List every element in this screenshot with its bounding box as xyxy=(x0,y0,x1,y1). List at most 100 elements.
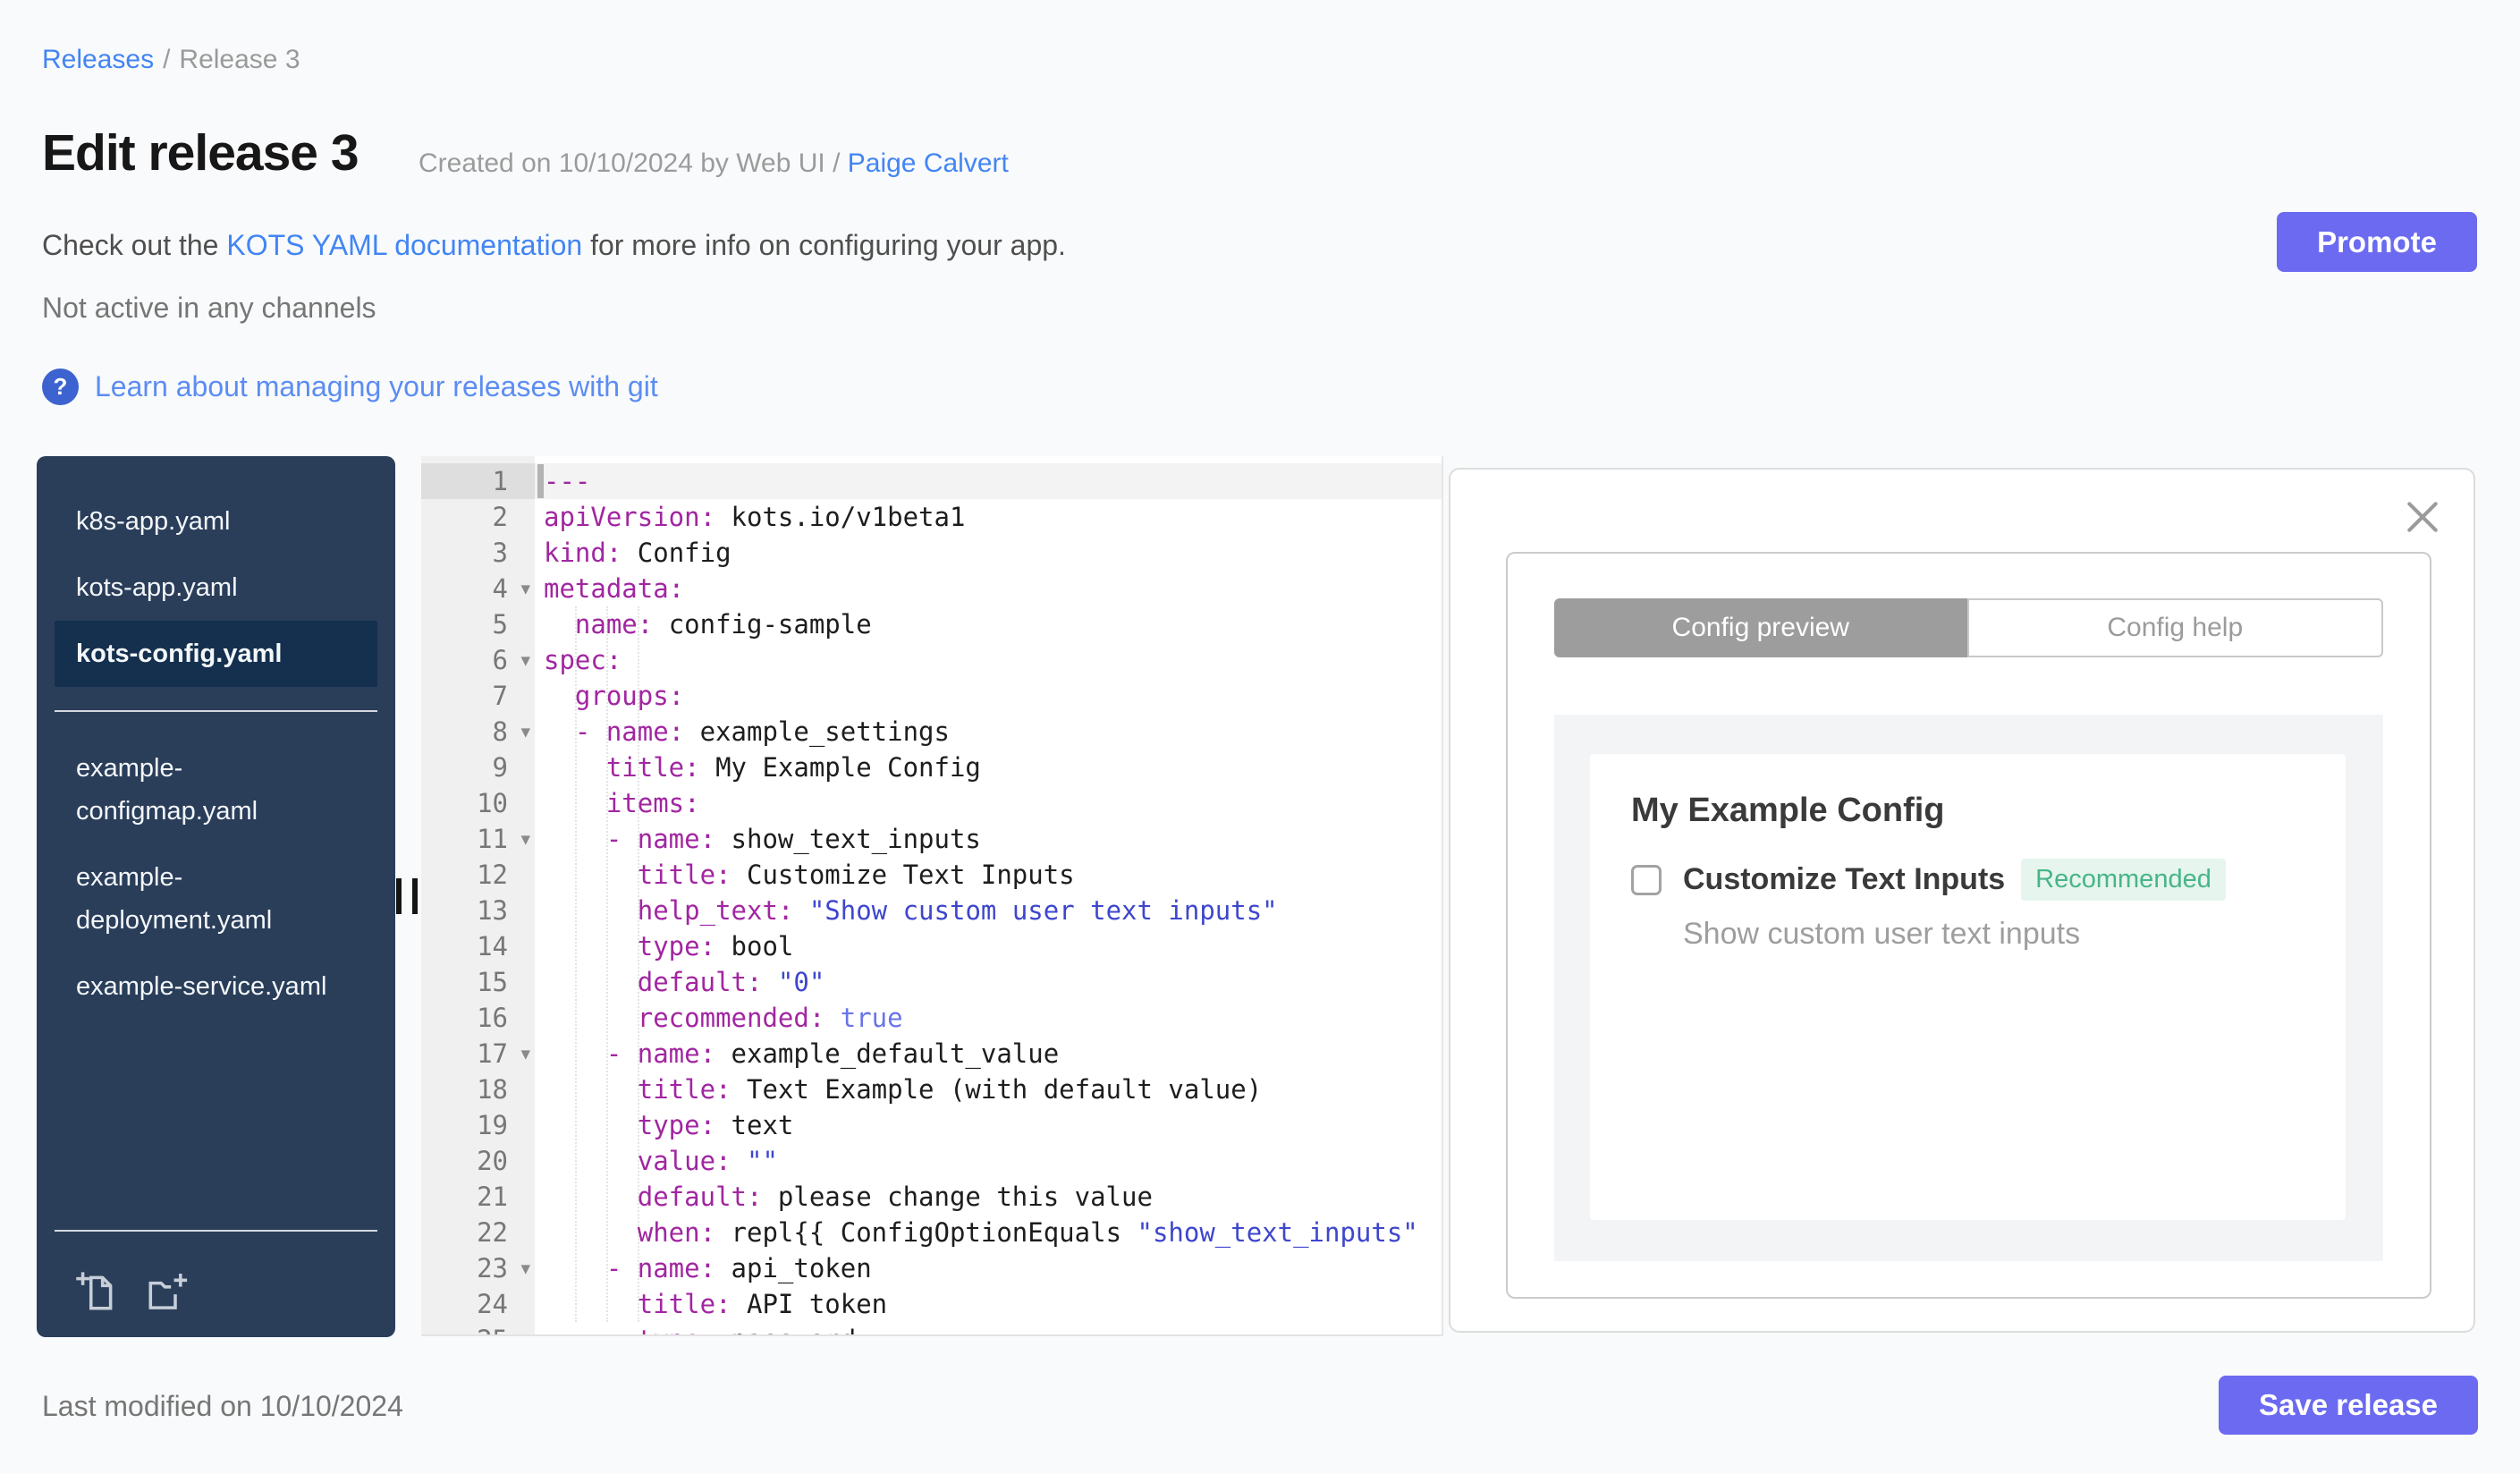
code-line-7[interactable]: 7 groups: xyxy=(421,678,1442,714)
code-line-14[interactable]: 14 type: bool xyxy=(421,928,1442,964)
config-item-row: Customize Text Inputs Recommended xyxy=(1631,859,2304,901)
add-file-icon[interactable] xyxy=(74,1269,119,1314)
sidebar-footer-divider xyxy=(55,1230,377,1232)
config-group-title: My Example Config xyxy=(1631,792,1945,829)
line-number: 6 ▾ xyxy=(421,642,535,678)
code-line-2[interactable]: 2 apiVersion: kots.io/v1beta1 xyxy=(421,499,1442,535)
line-number: 20 xyxy=(477,1146,508,1176)
line-number: 25 xyxy=(421,1322,535,1334)
fold-caret-icon[interactable]: ▾ xyxy=(520,1250,530,1286)
checkbox[interactable] xyxy=(1631,864,1662,895)
tab-config-preview[interactable]: Config preview xyxy=(1554,598,1967,657)
sidebar-file-k8s-app.yaml[interactable]: k8s-app.yaml xyxy=(37,488,395,555)
docs-line: Check out the KOTS YAML documentation fo… xyxy=(42,229,1066,262)
code-line-24[interactable]: 24 title: API token xyxy=(421,1286,1442,1322)
code-line-15[interactable]: 15 default: "0" xyxy=(421,964,1442,1000)
code-text: metadata: xyxy=(544,573,685,604)
line-number: 5 xyxy=(492,609,508,640)
config-group-card: My Example Config Customize Text Inputs … xyxy=(1590,754,2346,1220)
fold-caret-icon[interactable]: ▾ xyxy=(520,821,530,857)
code-line-12[interactable]: 12 title: Customize Text Inputs xyxy=(421,857,1442,893)
config-preview-panel: Config preview Config help My Example Co… xyxy=(1449,468,2475,1333)
line-number: 23 ▾ xyxy=(421,1250,535,1286)
line-number: 1 xyxy=(421,463,535,499)
file-list-divider xyxy=(55,710,377,712)
breadcrumb-separator: / xyxy=(163,45,171,74)
editor-rows: 1 --- 2 apiVersion: kots.io/v1beta1 3 kind: C… xyxy=(421,463,1442,1334)
fold-caret-icon[interactable]: ▾ xyxy=(520,714,530,750)
code-line-13[interactable]: 13 help_text: "Show custom user text inp… xyxy=(421,893,1442,928)
code-line-25[interactable]: 25 type: password xyxy=(421,1322,1442,1334)
fold-caret-icon[interactable]: ▾ xyxy=(520,642,530,678)
code-line-6[interactable]: 6 ▾ spec: xyxy=(421,642,1442,678)
line-number: 4 ▾ xyxy=(421,571,535,606)
add-folder-icon[interactable] xyxy=(144,1269,189,1314)
sidebar-file-kots-app.yaml[interactable]: kots-app.yaml xyxy=(37,555,395,621)
line-number: 7 xyxy=(492,681,508,711)
line-number: 14 xyxy=(477,931,508,961)
docs-prefix: Check out the xyxy=(42,229,227,261)
code-text: kind: Config xyxy=(544,538,731,568)
preview-tabs: Config preview Config help xyxy=(1554,598,2383,657)
code-text: items: xyxy=(605,788,700,818)
channel-status: Not active in any channels xyxy=(42,292,376,324)
code-line-18[interactable]: 18 title: Text Example (with default val… xyxy=(421,1072,1442,1107)
line-number: 13 xyxy=(477,895,508,926)
fold-caret-icon[interactable]: ▾ xyxy=(520,571,530,606)
sidebar-file-example-deployment.yaml[interactable]: example-deployment.yaml xyxy=(37,844,395,953)
code-text: recommended: true xyxy=(637,1003,903,1033)
code-line-11[interactable]: 11 ▾ - name: show_text_inputs xyxy=(421,821,1442,857)
code-line-8[interactable]: 8 ▾ - name: example_settings xyxy=(421,714,1442,750)
line-number: 19 xyxy=(477,1110,508,1140)
sidebar-resize-handle[interactable] xyxy=(396,878,418,914)
code-line-4[interactable]: 4 ▾ metadata: xyxy=(421,571,1442,606)
code-line-23[interactable]: 23 ▾ - name: api_token xyxy=(421,1250,1442,1286)
line-number: 21 xyxy=(477,1182,508,1212)
close-icon[interactable] xyxy=(2404,498,2441,536)
code-line-9[interactable]: 9 title: My Example Config xyxy=(421,750,1442,785)
created-author-link[interactable]: Paige Calvert xyxy=(848,148,1009,178)
code-text: title: My Example Config xyxy=(605,752,981,783)
code-line-20[interactable]: 20 value: "" xyxy=(421,1143,1442,1179)
sidebar-file-example-service.yaml[interactable]: example-service.yaml xyxy=(37,953,395,1020)
code-line-19[interactable]: 19 type: text xyxy=(421,1107,1442,1143)
config-item-description: Show custom user text inputs xyxy=(1683,917,2081,951)
breadcrumb-releases-link[interactable]: Releases xyxy=(42,45,154,74)
code-line-5[interactable]: 5 name: config-sample xyxy=(421,606,1442,642)
line-number: 15 xyxy=(477,967,508,997)
code-line-17[interactable]: 17 ▾ - name: example_default_value xyxy=(421,1036,1442,1072)
code-text: name: config-sample xyxy=(574,609,872,640)
save-release-button[interactable]: Save release xyxy=(2219,1376,2478,1435)
code-text: default: "0" xyxy=(637,967,825,997)
breadcrumb: Releases / Release 3 xyxy=(42,45,300,75)
file-sidebar: k8s-app.yaml kots-app.yaml kots-config.yam… xyxy=(37,456,395,1337)
recommended-badge: Recommended xyxy=(2021,859,2226,901)
code-text: groups: xyxy=(574,681,685,711)
yaml-editor[interactable]: 1 --- 2 apiVersion: kots.io/v1beta1 3 kind: C… xyxy=(421,456,1443,1336)
tab-config-help[interactable]: Config help xyxy=(1966,598,2383,657)
code-text: - name: show_text_inputs xyxy=(605,824,981,854)
sidebar-footer xyxy=(37,1207,395,1337)
help-icon: ? xyxy=(42,368,79,405)
code-text: default: please change this value xyxy=(637,1182,1153,1212)
code-line-10[interactable]: 10 items: xyxy=(421,785,1442,821)
code-line-3[interactable]: 3 kind: Config xyxy=(421,535,1442,571)
code-line-1[interactable]: 1 --- xyxy=(421,463,1442,499)
fold-caret-icon[interactable]: ▾ xyxy=(520,1036,530,1072)
code-text: title: Text Example (with default value) xyxy=(637,1074,1263,1105)
sidebar-file-kots-config.yaml[interactable]: kots-config.yaml xyxy=(55,621,377,687)
line-number: 16 xyxy=(477,1003,508,1033)
sidebar-file-example-configmap.yaml[interactable]: example-configmap.yaml xyxy=(37,735,395,844)
line-number: 17 ▾ xyxy=(421,1036,535,1072)
kots-yaml-docs-link[interactable]: KOTS YAML documentation xyxy=(226,229,582,261)
git-releases-link[interactable]: ? Learn about managing your releases wit… xyxy=(42,368,658,405)
code-line-21[interactable]: 21 default: please change this value xyxy=(421,1179,1442,1215)
code-line-16[interactable]: 16 recommended: true xyxy=(421,1000,1442,1036)
code-text: value: "" xyxy=(637,1146,778,1176)
code-line-22[interactable]: 22 when: repl{{ ConfigOptionEquals "show… xyxy=(421,1215,1442,1250)
line-number: 2 xyxy=(492,502,508,532)
promote-button[interactable]: Promote xyxy=(2277,212,2477,272)
created-text: Created on 10/10/2024 by Web UI / xyxy=(419,148,848,178)
breadcrumb-current: Release 3 xyxy=(179,45,300,74)
code-text: - name: example_settings xyxy=(574,716,950,747)
